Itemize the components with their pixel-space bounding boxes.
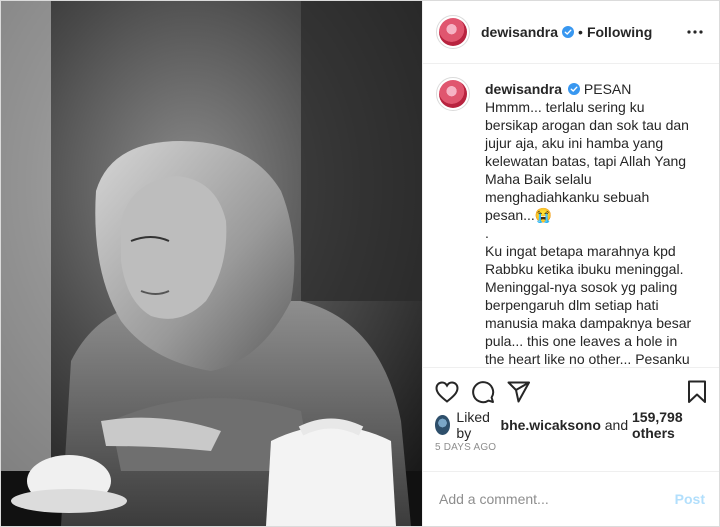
instagram-post: dewisandra • Following dewisandra PESAN … [0,0,720,527]
comments-section[interactable]: dewisandra PESAN Hmmm... terlalu sering … [423,64,719,367]
post-details-panel: dewisandra • Following dewisandra PESAN … [422,1,719,526]
like-button[interactable] [435,374,471,410]
more-options-button[interactable] [683,20,707,44]
verified-badge-icon [562,26,575,38]
comment-icon [472,381,495,404]
post-photo[interactable] [1,1,422,526]
action-bar: Liked by bhe.wicaksono and 159,798 other… [423,367,719,462]
more-options-icon [687,30,703,34]
liker-avatar[interactable] [435,415,451,435]
caption-text: PESAN Hmmm... terlalu sering ku bersikap… [485,81,692,367]
post-photo-image [1,1,422,526]
share-button[interactable] [507,374,543,410]
avatar[interactable] [436,15,470,49]
likes-prefix: Liked by [456,409,490,441]
caption-body: dewisandra PESAN Hmmm... terlalu sering … [485,80,700,367]
caption-avatar[interactable] [436,77,470,111]
likes-others[interactable]: 159,798 others [632,409,707,441]
following-button[interactable]: Following [587,24,652,40]
header-separator: • [578,24,583,40]
likes-joiner: and [604,417,629,433]
likes-summary: Liked by bhe.wicaksono and 159,798 other… [435,409,707,441]
verified-badge-icon [568,83,581,95]
liker-username[interactable]: bhe.wicaksono [501,417,601,433]
bookmark-icon [688,380,706,403]
save-button[interactable] [671,374,707,410]
caption-username[interactable]: dewisandra [485,81,562,97]
post-date[interactable]: 5 DAYS AGO [435,442,707,462]
comment-button[interactable] [471,374,507,410]
header-user-info: dewisandra • Following [481,24,652,40]
paper-plane-icon [507,381,530,403]
comment-input[interactable] [439,491,675,507]
action-buttons [435,374,707,410]
comment-box: Post [423,471,719,526]
post-comment-button[interactable]: Post [675,491,705,507]
caption: dewisandra PESAN Hmmm... terlalu sering … [436,77,703,367]
header-username[interactable]: dewisandra [481,24,558,40]
heart-icon [435,381,459,403]
post-header: dewisandra • Following [423,1,719,64]
